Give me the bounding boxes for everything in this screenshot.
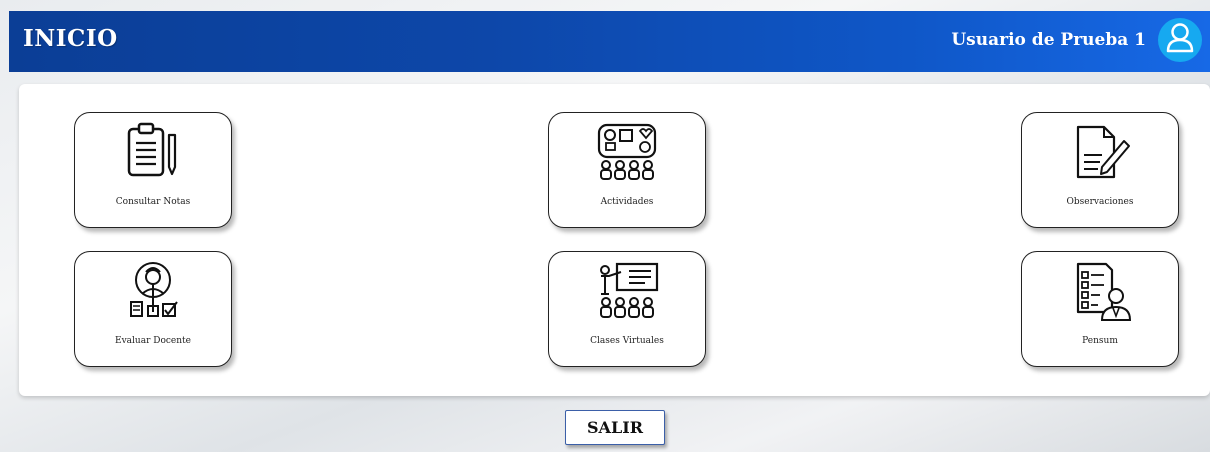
menu-card-pensum[interactable]: Pensum: [1021, 251, 1179, 367]
virtual-class-icon: [587, 260, 667, 324]
card-label: Clases Virtuales: [590, 336, 664, 346]
menu-card-observaciones[interactable]: Observaciones: [1021, 112, 1179, 228]
card-label: Pensum: [1082, 336, 1118, 346]
exit-button[interactable]: SALIR: [565, 410, 665, 445]
user-avatar[interactable]: [1158, 18, 1202, 62]
teacher-evaluation-icon: [113, 260, 193, 324]
clipboard-pencil-icon: [113, 121, 193, 185]
menu-panel: Consultar Notas Actividades Observacione…: [19, 84, 1210, 396]
page-title: INICIO: [23, 25, 118, 52]
menu-card-clases-virtuales[interactable]: Clases Virtuales: [548, 251, 706, 367]
card-label: Actividades: [600, 197, 654, 207]
top-header-bar: INICIO Usuario de Prueba 1: [9, 11, 1210, 72]
card-label: Consultar Notas: [115, 197, 191, 207]
menu-card-evaluar-docente[interactable]: Evaluar Docente: [74, 251, 232, 367]
card-label: Evaluar Docente: [115, 336, 191, 346]
card-label: Observaciones: [1066, 197, 1134, 207]
menu-card-consultar-notas[interactable]: Consultar Notas: [74, 112, 232, 228]
activities-board-icon: [587, 121, 667, 185]
user-name[interactable]: Usuario de Prueba 1: [951, 30, 1146, 50]
menu-card-actividades[interactable]: Actividades: [548, 112, 706, 228]
document-edit-icon: [1060, 121, 1140, 185]
checklist-person-icon: [1060, 260, 1140, 324]
user-icon: [1165, 22, 1195, 58]
